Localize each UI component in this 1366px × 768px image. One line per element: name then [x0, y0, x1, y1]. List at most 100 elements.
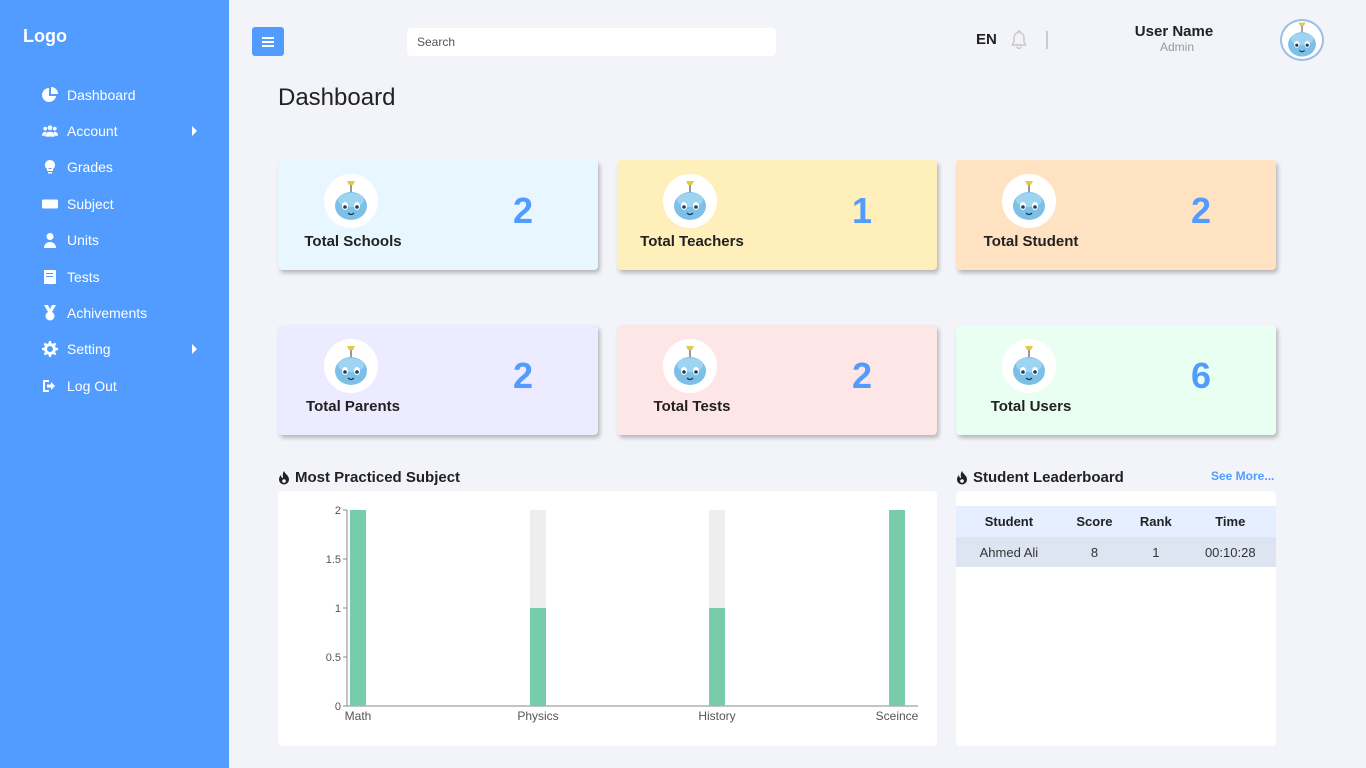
- chart-section-title: Most Practiced Subject: [278, 469, 460, 486]
- y-tick-label: 0: [335, 701, 341, 713]
- robot-mascot-icon: [1013, 346, 1045, 385]
- bar-physics: [530, 608, 546, 706]
- stat-value: 1: [851, 190, 873, 231]
- logout-icon: [41, 377, 59, 395]
- x-tick-label: Math: [345, 709, 372, 723]
- users-icon: [41, 122, 59, 140]
- x-tick-label: Sceince: [876, 709, 919, 723]
- sidebar: Logo Dashboard Account Grades Subject Un…: [0, 0, 229, 768]
- robot-mascot-icon: [674, 181, 706, 220]
- stat-value: 2: [1190, 190, 1212, 231]
- bar-sceince: [889, 510, 905, 706]
- stat-value: 2: [512, 190, 534, 231]
- stat-value: 6: [1190, 355, 1212, 396]
- sidebar-item-label: Setting: [67, 341, 111, 357]
- see-more-link[interactable]: See More...: [1211, 469, 1274, 483]
- sidebar-item-label: Dashboard: [67, 87, 136, 103]
- stat-value: 2: [851, 355, 873, 396]
- cell-student: Ahmed Ali: [956, 537, 1062, 567]
- cell-rank: 1: [1127, 537, 1185, 567]
- page-title: Dashboard: [278, 84, 396, 111]
- medal-icon: [41, 304, 59, 322]
- stat-card-total-users[interactable]: Total Users 6: [956, 325, 1276, 435]
- mascot-avatar: [663, 339, 717, 393]
- bell-icon[interactable]: [1009, 29, 1029, 49]
- fire-icon: [279, 470, 289, 484]
- lightbulb-icon: [41, 158, 59, 176]
- fire-icon: [957, 470, 967, 484]
- sidebar-item-label: Tests: [67, 269, 100, 285]
- chevron-right-icon: [192, 126, 197, 136]
- stat-label: Total Teachers: [640, 233, 744, 250]
- stat-label: Total Parents: [306, 398, 400, 415]
- bar-chart: 0 0.5 1 1.5 2 Math Physics History Sceince: [326, 505, 919, 723]
- y-tick-label: 1: [335, 603, 341, 615]
- stat-card-total-teachers[interactable]: Total Teachers 1: [617, 160, 937, 270]
- x-tick-label: History: [698, 709, 735, 723]
- stat-label: Total Schools: [304, 233, 402, 250]
- sidebar-item-label: Subject: [67, 196, 114, 212]
- language-switcher[interactable]: EN: [976, 31, 997, 48]
- sidebar-item-label: Account: [67, 123, 118, 139]
- robot-mascot-icon: [674, 346, 706, 385]
- book-icon: [41, 268, 59, 286]
- y-tick-label: 2: [335, 505, 341, 517]
- sidebar-item-dashboard[interactable]: Dashboard: [41, 83, 201, 107]
- hamburger-icon: [262, 36, 274, 39]
- sidebar-item-logout[interactable]: Log Out: [41, 374, 201, 398]
- stat-label: Total Users: [990, 398, 1072, 415]
- sidebar-item-account[interactable]: Account: [41, 119, 201, 143]
- robot-mascot-icon: [335, 181, 367, 220]
- sidebar-item-units[interactable]: Units: [41, 228, 201, 252]
- stat-label: Total Tests: [653, 398, 731, 415]
- sidebar-item-label: Log Out: [67, 378, 117, 394]
- column-header-rank[interactable]: Rank: [1127, 506, 1185, 537]
- menu-toggle-button[interactable]: [252, 27, 284, 56]
- chart-title: Most Practiced Subject: [295, 469, 461, 486]
- sidebar-item-label: Achivements: [67, 305, 148, 321]
- keyboard-icon: [41, 195, 59, 213]
- mascot-avatar: [324, 339, 378, 393]
- mascot-avatar: [324, 174, 378, 228]
- column-header-time[interactable]: Time: [1184, 506, 1276, 537]
- leaderboard-panel: Student Score Rank Time Ahmed Ali 8 1 00…: [956, 491, 1276, 746]
- sidebar-item-grades[interactable]: Grades: [41, 155, 201, 179]
- logo: Logo: [23, 26, 67, 46]
- column-header-score[interactable]: Score: [1061, 506, 1128, 537]
- sidebar-item-setting[interactable]: Setting: [41, 337, 201, 361]
- sidebar-item-subject[interactable]: Subject: [41, 192, 201, 216]
- sidebar-item-tests[interactable]: Tests: [41, 265, 201, 289]
- pie-chart-icon: [41, 86, 59, 104]
- stat-card-total-schools[interactable]: Total Schools 2: [278, 160, 598, 270]
- table-header-row: Student Score Rank Time: [956, 506, 1276, 537]
- mascot-avatar: [1002, 339, 1056, 393]
- stat-value: 2: [512, 355, 534, 396]
- sidebar-item-achivements[interactable]: Achivements: [41, 301, 201, 325]
- y-tick-label: 1.5: [326, 554, 341, 566]
- stat-label: Total Student: [983, 233, 1079, 250]
- avatar[interactable]: [1280, 19, 1324, 61]
- leaderboard-title: Student Leaderboard: [973, 469, 1124, 486]
- y-tick-label: 0.5: [326, 652, 341, 664]
- chevron-right-icon: [192, 344, 197, 354]
- x-tick-label: Physics: [517, 709, 558, 723]
- gear-icon: [41, 340, 59, 358]
- robot-mascot-icon: [1013, 181, 1045, 220]
- bar-math: [350, 510, 366, 706]
- cell-score: 8: [1061, 537, 1128, 567]
- stat-card-total-student[interactable]: Total Student 2: [956, 160, 1276, 270]
- stat-card-total-parents[interactable]: Total Parents 2: [278, 325, 598, 435]
- search-input[interactable]: [407, 28, 776, 56]
- robot-mascot-icon: [1288, 22, 1316, 57]
- sidebar-item-label: Units: [67, 232, 99, 248]
- stat-card-total-tests[interactable]: Total Tests 2: [617, 325, 937, 435]
- user-name: User Name: [1134, 23, 1214, 40]
- column-header-student[interactable]: Student: [956, 506, 1062, 537]
- robot-mascot-icon: [335, 346, 367, 385]
- mascot-avatar: [1002, 174, 1056, 228]
- user-role: Admin: [1159, 40, 1194, 54]
- sidebar-item-label: Grades: [67, 159, 113, 175]
- leaderboard-section-title: Student Leaderboard: [956, 469, 1124, 486]
- table-row[interactable]: Ahmed Ali 8 1 00:10:28: [956, 537, 1276, 567]
- bar-history: [709, 608, 725, 706]
